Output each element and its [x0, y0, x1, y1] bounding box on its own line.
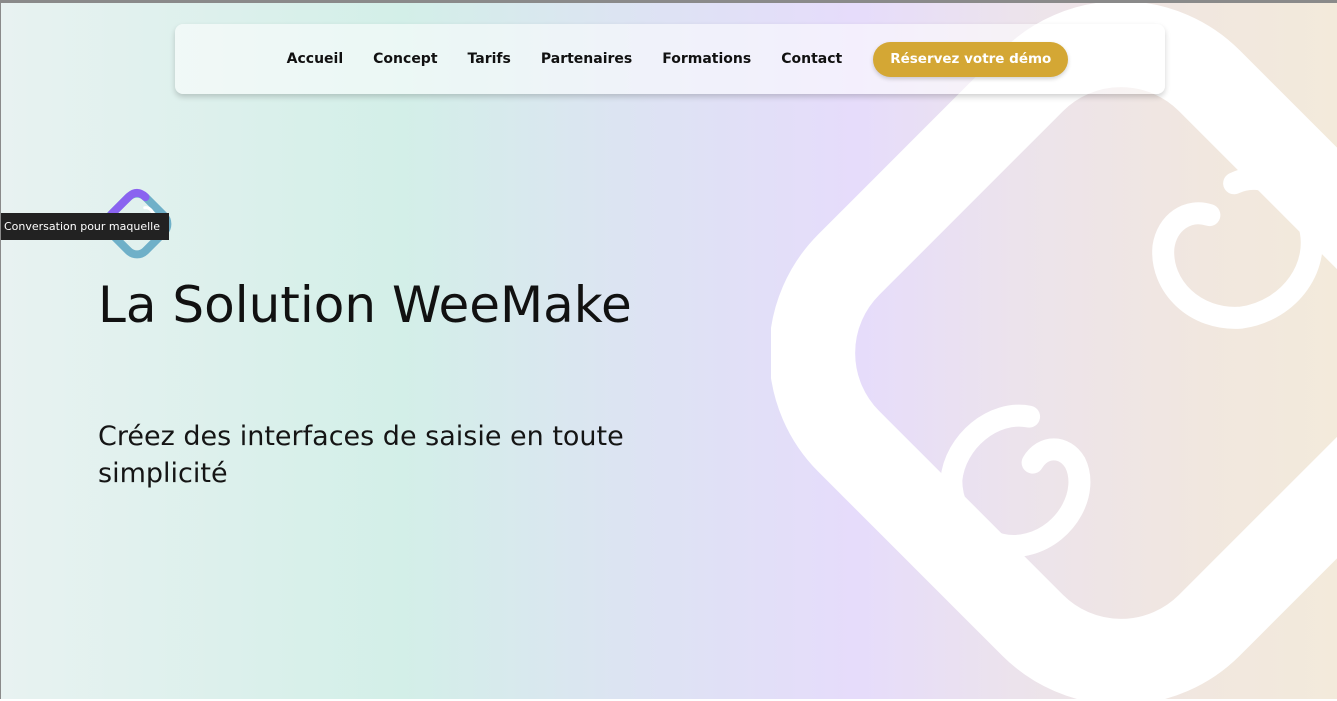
- nav-link-accueil[interactable]: Accueil: [287, 51, 344, 67]
- hero-title: La Solution WeeMake: [98, 276, 632, 334]
- nav-link-partenaires[interactable]: Partenaires: [541, 51, 632, 67]
- main-navbar: Accueil Concept Tarifs Partenaires Forma…: [175, 24, 1165, 94]
- weemake-background-logo-icon: [771, 3, 1337, 699]
- nav-link-tarifs[interactable]: Tarifs: [468, 51, 511, 67]
- nav-link-concept[interactable]: Concept: [373, 51, 437, 67]
- nav-link-formations[interactable]: Formations: [662, 51, 751, 67]
- hero-subtitle: Créez des interfaces de saisie en toute …: [98, 421, 624, 489]
- book-demo-button[interactable]: Réservez votre démo: [873, 41, 1069, 77]
- nav-link-contact[interactable]: Contact: [781, 51, 842, 67]
- logo-tooltip: Conversation pour maquelle: [1, 213, 169, 240]
- hero-section: Accueil Concept Tarifs Partenaires Forma…: [1, 3, 1337, 699]
